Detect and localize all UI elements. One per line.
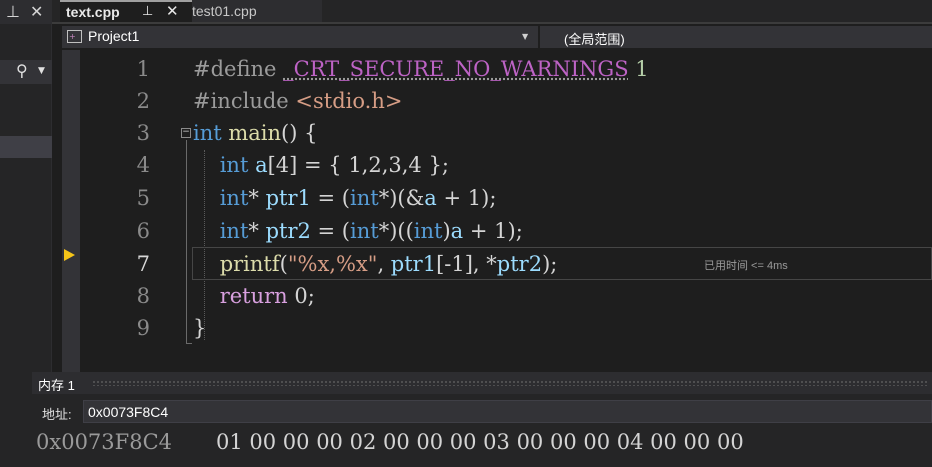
chevron-down-icon[interactable]: ▼ xyxy=(38,66,45,76)
line-number: 5 xyxy=(136,186,150,210)
memory-row-bytes[interactable]: 01 00 00 00 02 00 00 00 03 00 00 00 04 0… xyxy=(216,430,744,454)
tab-label: text.cpp xyxy=(66,4,120,20)
chevron-down-icon[interactable]: ▼ xyxy=(522,32,528,41)
tab-test01-cpp[interactable]: test01.cpp xyxy=(192,0,322,22)
drag-grip[interactable] xyxy=(92,380,928,386)
line-number-current: 7 xyxy=(136,252,150,276)
instruction-pointer-arrow-icon xyxy=(64,249,75,261)
code-line-8[interactable]: return 0; xyxy=(193,280,315,312)
pin-icon[interactable]: ⊥ xyxy=(6,2,20,22)
memory-title: 内存 1 xyxy=(38,378,75,393)
line-number: 4 xyxy=(136,153,150,177)
memory-window: 内存 1 地址: 0x0073F8C4 01 00 00 00 02 00 00… xyxy=(32,372,932,467)
perf-tip[interactable]: 已用时间 <= 4ms xyxy=(704,257,788,273)
close-icon[interactable]: ✕ xyxy=(166,2,179,20)
line-number: 6 xyxy=(136,219,150,243)
scope-label: (全局范围) xyxy=(564,32,625,47)
code-line-2[interactable]: #include <stdio.h> xyxy=(193,85,402,117)
line-number: 1 xyxy=(136,57,150,81)
panel-header: ⊥ ✕ xyxy=(0,0,52,24)
project-label: Project1 xyxy=(88,28,140,44)
address-label: 地址: xyxy=(42,407,72,422)
code-line-4[interactable]: int a[4] = { 1,2,3,4 }; xyxy=(193,149,449,181)
code-line-7[interactable]: printf("%x,%x", ptr1[-1], *ptr2); xyxy=(193,248,558,280)
code-line-9[interactable]: } xyxy=(193,312,206,344)
document-tab-bar: text.cpp ⊥ ✕ test01.cpp xyxy=(52,0,932,24)
line-number: 2 xyxy=(136,89,150,113)
memory-title-bar[interactable]: 内存 1 xyxy=(32,372,932,394)
close-icon[interactable]: ✕ xyxy=(30,2,43,22)
code-line-1[interactable]: #define _CRT_SECURE_NO_WARNINGS 1 xyxy=(193,53,649,85)
scope-dropdown[interactable]: (全局范围) xyxy=(540,26,932,48)
panel-selected-item[interactable] xyxy=(0,136,52,158)
line-number: 9 xyxy=(136,316,150,340)
navigation-bar: + Project1 ▼ (全局范围) xyxy=(62,24,932,50)
project-icon: + xyxy=(67,30,82,43)
memory-row-address: 0x0073F8C4 xyxy=(36,430,173,454)
code-line-5[interactable]: int* ptr1 = (int*)(&a + 1); xyxy=(193,182,497,214)
search-icon[interactable]: ⚲ xyxy=(16,61,28,80)
collapse-icon[interactable]: − xyxy=(181,128,191,138)
pin-icon[interactable]: ⊥ xyxy=(142,4,153,19)
code-line-6[interactable]: int* ptr2 = (int*)((int)a + 1); xyxy=(193,215,523,247)
outline-fold-line xyxy=(186,140,187,344)
line-number: 8 xyxy=(136,284,150,308)
line-number: 3 xyxy=(136,121,150,145)
code-editor[interactable]: 1 2 3 4 5 6 7 8 9 − #define _CRT_SECURE_… xyxy=(62,50,932,372)
code-line-3[interactable]: int main() { xyxy=(193,117,317,149)
address-input[interactable] xyxy=(83,400,932,423)
tab-text-cpp[interactable]: text.cpp ⊥ ✕ xyxy=(60,0,192,22)
indicator-margin[interactable] xyxy=(62,50,80,372)
panel-search[interactable]: ⚲ ▼ xyxy=(0,60,52,84)
tab-label: test01.cpp xyxy=(192,3,257,19)
outline-fold-end xyxy=(186,343,192,344)
project-dropdown[interactable]: + Project1 ▼ xyxy=(62,26,538,48)
